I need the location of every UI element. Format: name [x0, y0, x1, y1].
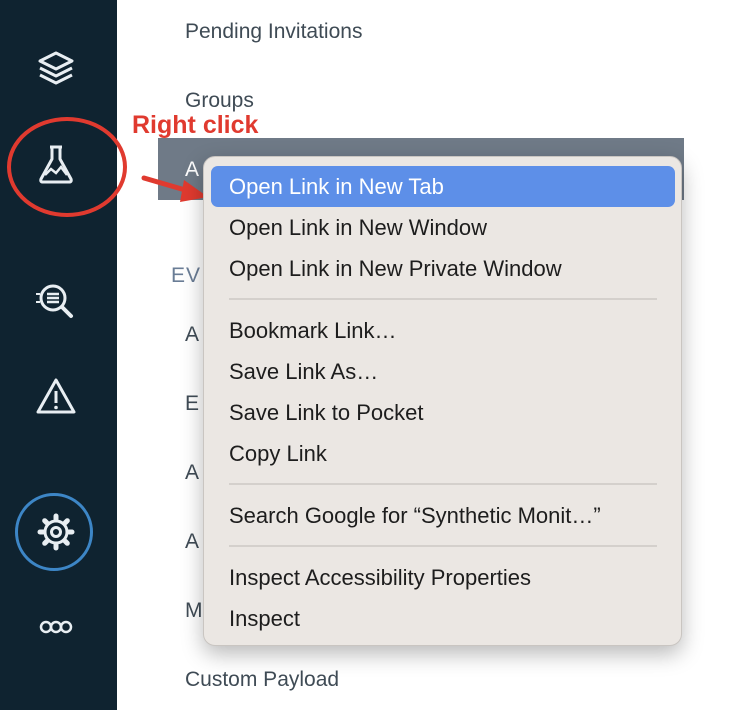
sidebar	[0, 0, 117, 710]
nav-item-m[interactable]: M	[185, 599, 203, 623]
context-menu: Open Link in New Tab Open Link in New Wi…	[203, 156, 682, 646]
layers-icon[interactable]	[30, 44, 82, 96]
nav-item-e[interactable]: E	[185, 392, 199, 416]
menu-item-save-link-as[interactable]: Save Link As…	[211, 351, 675, 392]
nav-item-pending-invitations[interactable]: Pending Invitations	[185, 20, 362, 44]
menu-item-save-to-pocket[interactable]: Save Link to Pocket	[211, 392, 675, 433]
menu-item-copy-link[interactable]: Copy Link	[211, 433, 675, 474]
menu-item-open-new-tab[interactable]: Open Link in New Tab	[211, 166, 675, 207]
nav-item-a2[interactable]: A	[185, 461, 199, 485]
nav-item-a1[interactable]: A	[185, 323, 199, 347]
warning-icon[interactable]	[30, 370, 82, 422]
nav-item-groups[interactable]: Groups	[185, 89, 254, 113]
menu-separator	[229, 483, 657, 485]
nav-item-a3[interactable]: A	[185, 530, 199, 554]
nav-item-custom-payload[interactable]: Custom Payload	[185, 668, 339, 692]
more-dots-icon[interactable]	[30, 601, 82, 653]
annotation-circle	[7, 117, 127, 217]
menu-separator	[229, 545, 657, 547]
menu-item-open-new-window[interactable]: Open Link in New Window	[211, 207, 675, 248]
menu-item-bookmark-link[interactable]: Bookmark Link…	[211, 310, 675, 351]
menu-item-inspect-accessibility[interactable]: Inspect Accessibility Properties	[211, 557, 675, 598]
menu-item-inspect[interactable]: Inspect	[211, 598, 675, 639]
menu-separator	[229, 298, 657, 300]
menu-item-open-private-window[interactable]: Open Link in New Private Window	[211, 248, 675, 289]
gear-icon[interactable]	[30, 506, 82, 558]
log-search-icon[interactable]	[30, 274, 82, 326]
section-heading: EV	[171, 264, 202, 287]
menu-item-search-google[interactable]: Search Google for “Synthetic Monit…”	[211, 495, 675, 536]
annotation-label: Right click	[132, 111, 259, 139]
annotation-arrow	[141, 175, 208, 202]
